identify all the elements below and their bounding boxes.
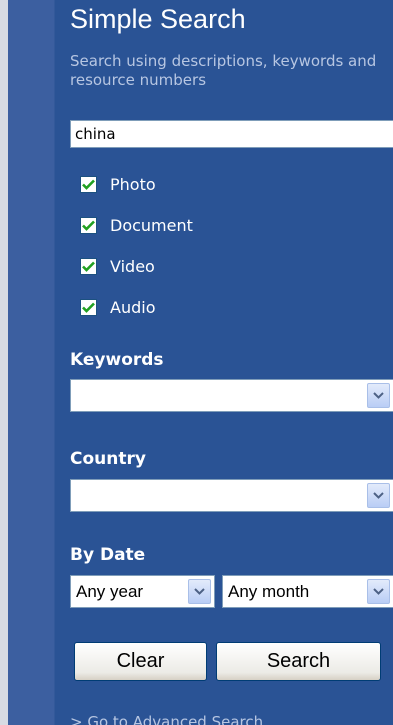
photo-checkbox[interactable] [80, 175, 97, 193]
advanced-search-link[interactable]: > Go to Advanced Search [70, 713, 263, 725]
checkmark-icon [82, 261, 95, 272]
search-input[interactable] [70, 120, 393, 148]
month-select[interactable]: Any month [222, 575, 393, 608]
simple-search-panel: Simple Search Search using descriptions,… [8, 0, 393, 725]
filter-audio[interactable]: Audio [80, 295, 155, 319]
audio-checkbox[interactable] [80, 298, 97, 316]
chevron-down-icon[interactable] [188, 579, 211, 604]
left-border-strip [0, 0, 8, 725]
search-button[interactable]: Search [216, 642, 381, 681]
photo-label: Photo [110, 174, 156, 194]
filter-document[interactable]: Document [80, 213, 193, 237]
video-label: Video [110, 256, 155, 276]
checkmark-icon [82, 302, 95, 313]
chevron-down-icon[interactable] [367, 383, 390, 408]
checkmark-icon [82, 179, 95, 190]
panel-title: Simple Search [70, 4, 246, 34]
document-label: Document [110, 215, 193, 235]
filter-video[interactable]: Video [80, 254, 155, 278]
chevron-down-icon[interactable] [367, 579, 390, 604]
document-checkbox[interactable] [80, 216, 97, 234]
by-date-label: By Date [70, 545, 146, 565]
chevron-down-icon[interactable] [367, 483, 390, 508]
year-value: Any year [76, 581, 144, 601]
country-select[interactable] [70, 479, 393, 512]
video-checkbox[interactable] [80, 257, 97, 275]
filter-photo[interactable]: Photo [80, 172, 156, 196]
clear-button[interactable]: Clear [74, 642, 207, 681]
audio-label: Audio [110, 297, 156, 317]
country-label: Country [70, 449, 146, 469]
checkmark-icon [82, 220, 95, 231]
year-select[interactable]: Any year [70, 575, 215, 608]
keywords-select[interactable] [70, 379, 393, 412]
month-value: Any month [228, 581, 310, 601]
keywords-label: Keywords [70, 350, 164, 370]
panel-subtitle: Search using descriptions, keywords and … [70, 52, 377, 89]
